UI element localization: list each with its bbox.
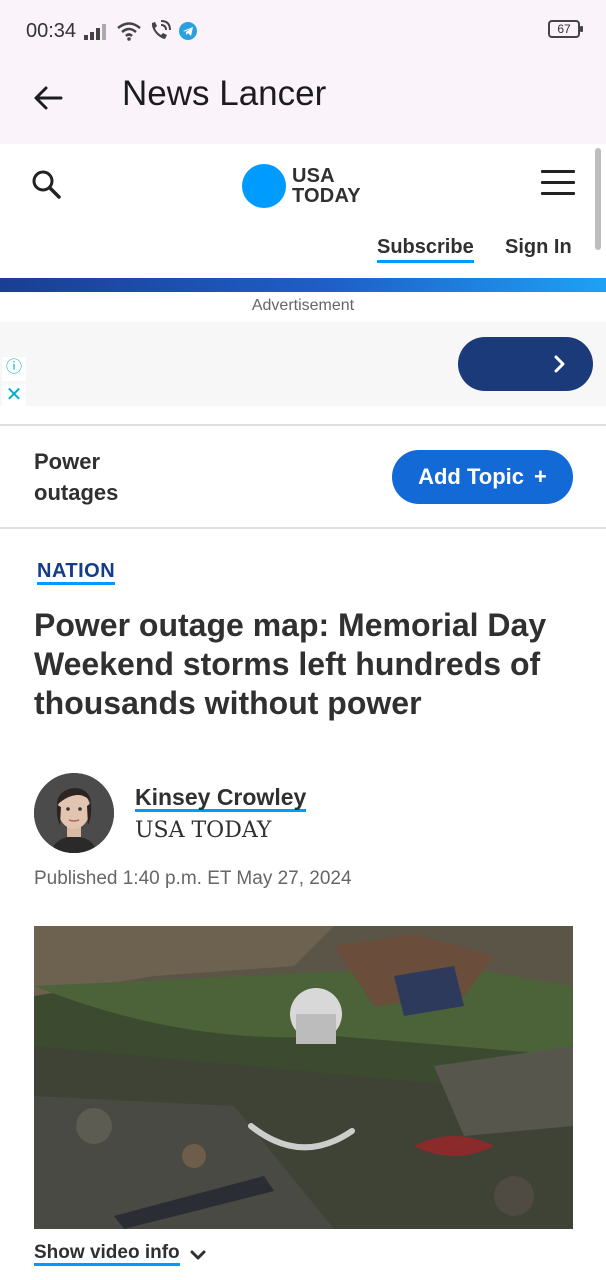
- plus-icon: +: [534, 464, 547, 489]
- menu-button[interactable]: [541, 170, 575, 200]
- divider: [0, 424, 606, 426]
- show-video-info-label: Show video info: [34, 1243, 180, 1266]
- video-player[interactable]: [34, 926, 573, 1229]
- chevron-down-icon: [190, 1250, 206, 1259]
- author-outlet: USA TODAY: [135, 818, 272, 843]
- logo-line-2: TODAY: [292, 185, 361, 207]
- search-button[interactable]: [30, 168, 66, 204]
- article-headline: Power outage map: Memorial Day Weekend s…: [34, 607, 547, 721]
- ad-label: Advertisement: [251, 297, 355, 314]
- logo-line-1: USA: [292, 165, 335, 187]
- add-topic-label: Add Topic: [418, 464, 525, 489]
- brand-gradient-bar: [0, 278, 606, 292]
- sign-in-link[interactable]: Sign In: [505, 236, 572, 259]
- wifi-call-icon: [151, 20, 171, 39]
- add-topic-button[interactable]: Add Topic +: [392, 450, 573, 504]
- search-icon: [32, 170, 61, 199]
- arrow-left-icon: [34, 86, 63, 110]
- logo-dot: [242, 164, 286, 208]
- wifi-icon: [117, 22, 141, 41]
- status-icons: [84, 20, 198, 42]
- usa-today-logo[interactable]: USA TODAY: [242, 164, 361, 208]
- app-bar: News Lancer: [0, 62, 606, 144]
- topic-name: Power outages: [34, 449, 119, 505]
- ad-cta-button[interactable]: [458, 337, 593, 391]
- author-avatar[interactable]: [34, 773, 114, 853]
- battery-indicator: 67: [548, 20, 583, 38]
- close-icon[interactable]: ✕: [2, 384, 26, 406]
- subscribe-link[interactable]: Subscribe: [377, 236, 474, 263]
- publish-date: Published 1:40 p.m. ET May 27, 2024: [34, 868, 352, 889]
- status-bar: 00:34 67: [0, 0, 606, 62]
- info-icon[interactable]: ⓘ: [2, 357, 26, 381]
- app-title: News Lancer: [122, 74, 327, 113]
- signal-icon: [84, 24, 106, 40]
- divider: [0, 527, 606, 529]
- hamburger-icon-bar: [541, 192, 575, 195]
- section-link-nation[interactable]: NATION: [37, 560, 116, 585]
- logo-text: USA TODAY: [292, 166, 361, 206]
- back-button[interactable]: [26, 76, 70, 120]
- video-thumbnail: [34, 926, 573, 1229]
- hamburger-icon-bar: [541, 170, 575, 173]
- status-time: 00:34: [26, 20, 77, 42]
- site-header: USA TODAY Subscribe Sign In: [0, 144, 606, 278]
- author-link[interactable]: Kinsey Crowley: [135, 785, 307, 812]
- chevron-right-icon: [554, 355, 565, 373]
- telegram-icon: [179, 22, 197, 40]
- author-portrait: [34, 773, 114, 853]
- hamburger-icon-bar: [541, 181, 575, 184]
- scrollbar[interactable]: [595, 148, 601, 250]
- show-video-info-toggle[interactable]: Show video info: [34, 1243, 206, 1266]
